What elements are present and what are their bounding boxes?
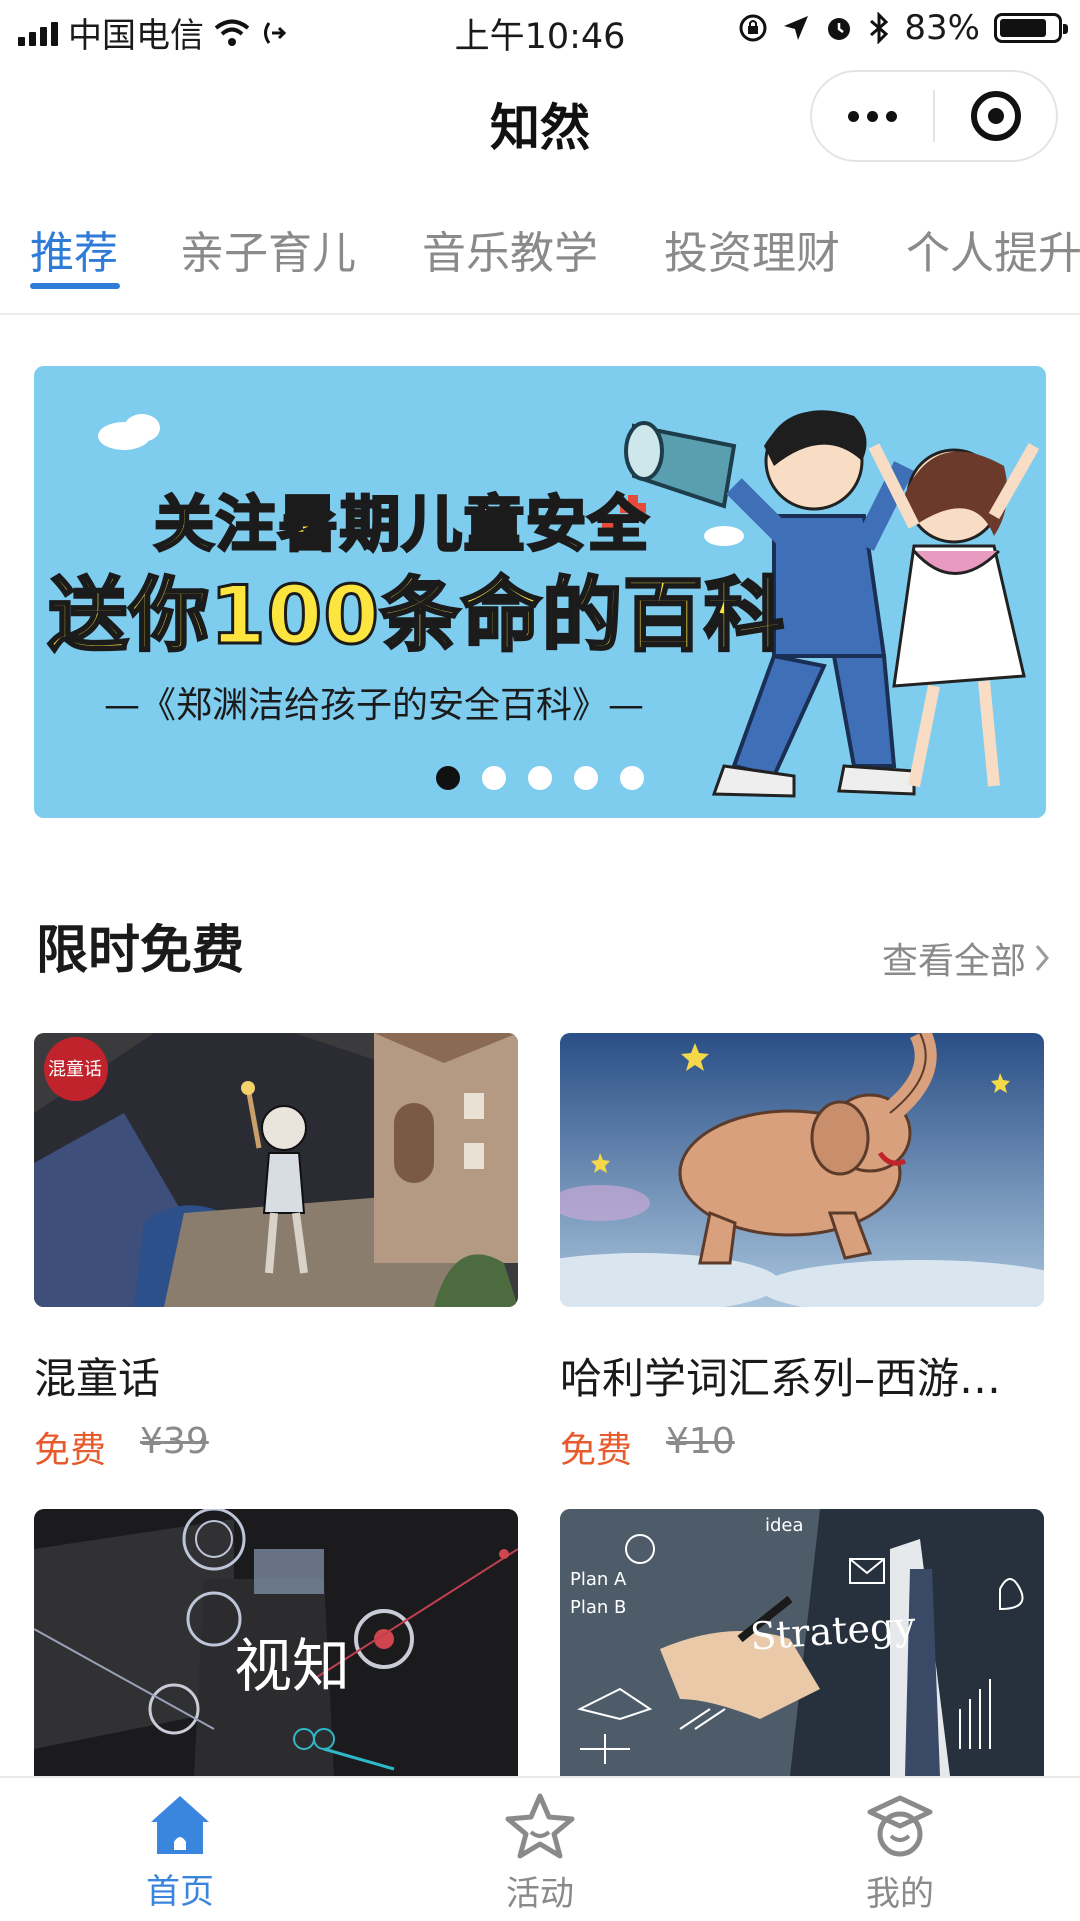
battery-icon — [994, 13, 1068, 43]
course-card[interactable]: 视知 — [34, 1509, 518, 1776]
tab-activities[interactable]: 活动 — [360, 1778, 720, 1921]
carousel-indicator — [436, 766, 644, 790]
category-tabs: 推荐 亲子育儿 音乐教学 投资理财 个人提升 — [0, 205, 1080, 315]
tab-home[interactable]: 首页 — [0, 1778, 360, 1921]
close-mini-program-button[interactable] — [935, 91, 1056, 141]
more-button[interactable] — [812, 110, 933, 122]
tab-profile-label: 我的 — [866, 1874, 934, 1914]
thumbnail-word-idea: idea — [765, 1515, 804, 1536]
battery-percent: 83% — [904, 8, 980, 48]
price-free: 免费 — [560, 1430, 633, 1471]
view-all-label: 查看全部 — [881, 941, 1026, 982]
original-price: ¥39 — [140, 1421, 209, 1462]
bluetooth-icon — [870, 12, 889, 44]
carousel-dot[interactable] — [528, 766, 552, 790]
course-thumbnail — [560, 1033, 1044, 1307]
profile-icon — [867, 1795, 933, 1857]
tab-music-teaching[interactable]: 音乐教学 — [422, 217, 598, 281]
price-row: 免费 ¥39 — [34, 1421, 209, 1473]
course-card[interactable]: Plan A Plan B idea Strategy — [560, 1509, 1044, 1776]
banner-subtitle: —《郑渊洁给孩子的安全百科》— — [104, 685, 645, 726]
navigation-bar: 知然 — [0, 58, 1080, 178]
tab-self-improvement[interactable]: 个人提升 — [906, 217, 1080, 281]
original-price: ¥10 — [666, 1421, 735, 1462]
thumbnail-word-plan-b: Plan B — [570, 1597, 627, 1618]
view-all-link[interactable]: 查看全部 — [882, 932, 1050, 984]
star-icon — [505, 1793, 575, 1859]
active-tab-indicator — [30, 283, 120, 289]
home-icon — [151, 1796, 209, 1854]
section-title: 限时免费 — [36, 920, 245, 981]
course-thumbnail: 混童话 — [34, 1033, 518, 1307]
tab-activities-label: 活动 — [506, 1874, 574, 1914]
banner-headline-2: 送你100条命的百科 — [47, 568, 786, 664]
carousel-dot[interactable] — [574, 766, 598, 790]
bottom-tab-bar: 首页 活动 我的 — [0, 1776, 1080, 1921]
course-card[interactable]: 哈利学词汇系列–西游… 免费 ¥10 — [560, 1033, 1044, 1471]
more-icon — [848, 110, 859, 122]
banner-carousel[interactable]: 关注暑期儿童安全 送你100条命的百科 —《郑渊洁给孩子的安全百科》— — [34, 366, 1046, 818]
tab-recommend[interactable]: 推荐 — [30, 217, 118, 281]
tab-profile[interactable]: 我的 — [720, 1778, 1080, 1921]
status-bar: 中国电信 上午10:46 83% — [0, 0, 1080, 58]
tab-home-label: 首页 — [146, 1872, 214, 1912]
course-thumbnail: Plan A Plan B idea Strategy — [560, 1509, 1044, 1776]
course-card[interactable]: 混童话 混童话 免费 ¥39 — [34, 1033, 518, 1471]
chevron-right-icon — [1035, 945, 1049, 971]
price-row: 免费 ¥10 — [560, 1421, 735, 1473]
banner-headline-1: 关注暑期儿童安全 — [153, 489, 650, 562]
tab-parenting[interactable]: 亲子育儿 — [180, 217, 356, 281]
alarm-icon — [828, 18, 851, 40]
carousel-dot[interactable] — [482, 766, 506, 790]
course-thumbnail: 视知 — [34, 1509, 518, 1776]
price-free: 免费 — [34, 1430, 107, 1471]
carousel-dot[interactable] — [620, 766, 644, 790]
carousel-dot[interactable] — [436, 766, 460, 790]
thumbnail-logo: 视知 — [234, 1632, 351, 1700]
thumbnail-word-plan-a: Plan A — [570, 1569, 627, 1590]
rotation-lock-icon — [739, 14, 767, 42]
close-mini-program-icon — [970, 91, 1021, 141]
mini-program-capsule — [810, 70, 1058, 162]
course-title: 混童话 — [34, 1354, 161, 1403]
tab-investment[interactable]: 投资理财 — [664, 217, 840, 281]
location-icon — [784, 16, 809, 40]
course-title: 哈利学词汇系列–西游… — [560, 1354, 1002, 1403]
series-badge: 混童话 — [48, 1059, 102, 1080]
